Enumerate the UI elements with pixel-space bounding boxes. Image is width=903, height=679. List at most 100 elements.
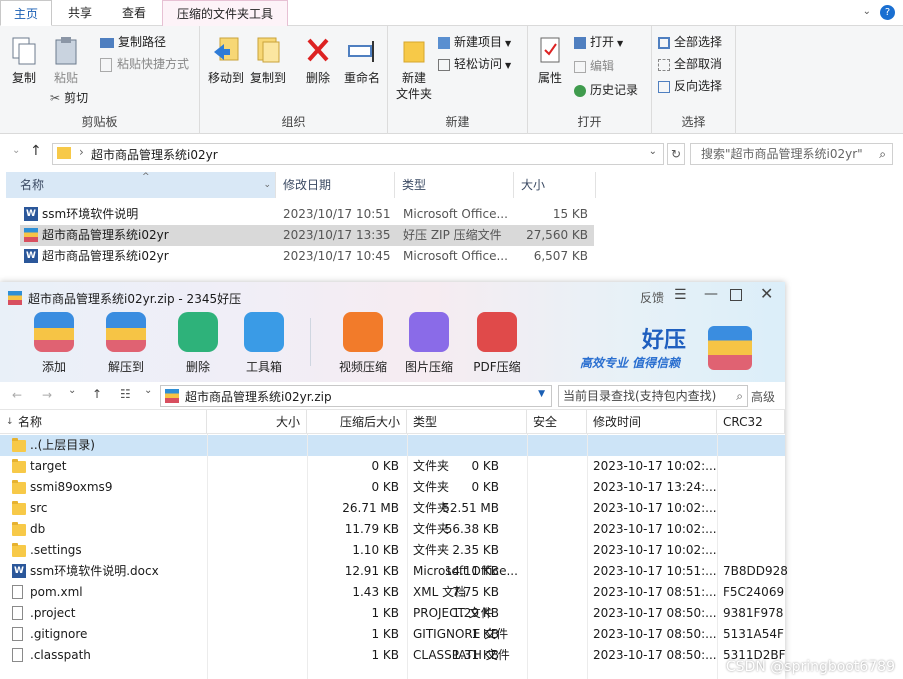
- add-button[interactable]: 添加: [24, 312, 84, 375]
- file-icon: [12, 648, 23, 662]
- column-dropdown-icon[interactable]: ⌄: [263, 172, 271, 198]
- paste-button[interactable]: 粘贴: [48, 36, 84, 86]
- zip-column-crc[interactable]: CRC32: [717, 410, 785, 434]
- recent-locations-icon[interactable]: ⌄: [12, 145, 20, 156]
- breadcrumb-current[interactable]: 超市商品管理系统i02yr: [91, 146, 218, 163]
- archive-row[interactable]: .settings 2.35 KB 1.10 KB 文件夹 2023-10-17 10:…: [8, 540, 785, 561]
- tab-home[interactable]: 主页: [0, 0, 52, 26]
- collapse-ribbon-icon[interactable]: ⌄: [863, 6, 871, 17]
- archive-row[interactable]: .classpath 1.31 KB 1 KB CLASSPATH 文件 2023-10…: [8, 645, 786, 666]
- easy-access-button[interactable]: 轻松访问 ▼: [438, 54, 511, 74]
- extract-to-button[interactable]: 解压到: [96, 312, 156, 375]
- archive-row[interactable]: .gitignore 1 KB 1 KB GITIGNORE 文件 2023-10-17…: [8, 624, 785, 645]
- video-compress-button[interactable]: 视频压缩: [332, 312, 394, 375]
- edit-button[interactable]: 编辑: [574, 56, 614, 76]
- rename-button[interactable]: 重命名: [340, 36, 384, 86]
- file-row[interactable]: W 超市商品管理系统i02yr 2023/10/17 10:45 Microso…: [20, 246, 594, 267]
- zip-column-modified[interactable]: 修改时间: [587, 410, 717, 434]
- archive-row[interactable]: pom.xml 7.75 KB 1.43 KB XML 文档 2023-10-17 08…: [8, 582, 785, 603]
- properties-button[interactable]: 属性: [532, 36, 568, 86]
- forward-icon[interactable]: →: [42, 388, 52, 402]
- ribbon: 复制 粘贴 复制路径 粘贴快捷方式 ✂ 剪切 剪贴板 移动到 复制到 删除 重命名…: [0, 26, 903, 134]
- archive-row[interactable]: ..(上层目录): [8, 435, 785, 456]
- archive-cell-size: 0 KB: [471, 480, 499, 494]
- column-header-type[interactable]: 类型: [395, 172, 514, 198]
- zip-column-name[interactable]: ↓ 名称: [0, 410, 207, 434]
- archive-cell-crc: 5131A54F: [723, 627, 784, 641]
- archive-search-input[interactable]: 当前目录查找(支持包内查找) ⌕: [558, 385, 748, 407]
- archive-row[interactable]: Wssm环境软件说明.docx 14.11 KB 12.91 KB Microsoft…: [8, 561, 788, 582]
- column-header-name[interactable]: 名称 ^ ⌄: [6, 172, 276, 198]
- column-header-date[interactable]: 修改日期: [276, 172, 395, 198]
- address-bar[interactable]: › 超市商品管理系统i02yr ⌄: [52, 143, 664, 165]
- new-folder-button[interactable]: 新建 文件夹: [392, 36, 436, 102]
- invert-selection-button[interactable]: 反向选择: [658, 76, 722, 96]
- history-dropdown-icon[interactable]: ⌄: [68, 385, 76, 396]
- copy-to-button[interactable]: 复制到: [248, 36, 288, 86]
- archive-row[interactable]: target 0 KB 0 KB 文件夹 2023-10-17 10:02:...: [8, 456, 785, 477]
- advanced-search-link[interactable]: 高级: [751, 388, 775, 405]
- history-button[interactable]: 历史记录: [574, 80, 638, 100]
- new-group: 新建 文件夹 新建项目 ▼ 轻松访问 ▼ 新建: [388, 26, 528, 134]
- archive-row[interactable]: src 52.51 MB 26.71 MB 文件夹 2023-10-17 10:02:.…: [8, 498, 785, 519]
- up-arrow-icon[interactable]: ↑: [30, 143, 42, 159]
- file-type: 好压 ZIP 压缩文件: [403, 228, 502, 242]
- copy-button[interactable]: 复制: [6, 36, 42, 86]
- column-header-size[interactable]: 大小: [514, 172, 596, 198]
- tab-compressed-folder-tools[interactable]: 压缩的文件夹工具: [162, 0, 288, 26]
- zip-column-type[interactable]: 类型: [407, 410, 527, 434]
- clipboard-group: 复制 粘贴 复制路径 粘贴快捷方式 ✂ 剪切 剪贴板: [0, 26, 200, 134]
- file-row-selected[interactable]: 超市商品管理系统i02yr 2023/10/17 13:35 好压 ZIP 压缩…: [20, 225, 594, 246]
- select-all-button[interactable]: 全部选择: [658, 32, 722, 52]
- select-group-label: 选择: [681, 115, 706, 129]
- zip-column-size[interactable]: 大小: [207, 410, 307, 434]
- feedback-link[interactable]: 反馈: [640, 289, 664, 306]
- maximize-icon[interactable]: [730, 289, 742, 301]
- copy-path-button[interactable]: 复制路径: [100, 32, 166, 52]
- word-file-icon: W: [24, 207, 38, 221]
- paste-label: 粘贴: [53, 71, 78, 85]
- delete-archive-button[interactable]: 删除: [168, 312, 228, 375]
- archive-row[interactable]: .project 1.29 KB 1 KB PROJECT 文件 2023-10-17 …: [8, 603, 785, 624]
- archive-path-box[interactable]: 超市商品管理系统i02yr.zip ▼: [160, 385, 552, 407]
- archive-cell-time: 2023-10-17 13:24:...: [593, 480, 717, 494]
- tab-view[interactable]: 查看: [108, 0, 160, 26]
- close-icon[interactable]: ✕: [760, 284, 773, 303]
- new-item-button[interactable]: 新建项目 ▼: [438, 32, 511, 52]
- view-mode-icon[interactable]: ☷: [120, 387, 131, 401]
- copy-icon: [12, 37, 36, 65]
- address-dropdown-icon[interactable]: ⌄: [649, 146, 657, 157]
- path-dropdown-icon[interactable]: ▼: [538, 389, 545, 399]
- archive-row[interactable]: ssmi89oxms9 0 KB 0 KB 文件夹 2023-10-17 13:24:.…: [8, 477, 785, 498]
- archive-cell-type: XML 文档: [413, 585, 467, 599]
- tab-share[interactable]: 共享: [54, 0, 106, 26]
- cut-button[interactable]: ✂ 剪切: [50, 88, 88, 108]
- toolbox-button[interactable]: 工具箱: [234, 312, 294, 375]
- zip-column-packed[interactable]: 压缩后大小: [307, 410, 407, 434]
- archive-cell-name: ssm环境软件说明.docx: [30, 564, 159, 578]
- back-icon[interactable]: ←: [12, 388, 22, 402]
- open-button[interactable]: 打开 ▼: [574, 32, 623, 52]
- select-none-button[interactable]: 全部取消: [658, 54, 722, 74]
- paste-shortcut-button[interactable]: 粘贴快捷方式: [100, 54, 189, 74]
- clipboard-group-label: 剪贴板: [81, 115, 118, 129]
- zip-column-security[interactable]: 安全: [527, 410, 587, 434]
- delete-button[interactable]: 删除: [300, 36, 336, 86]
- open-group: 属性 打开 ▼ 编辑 历史记录 打开: [528, 26, 652, 134]
- minimize-icon[interactable]: —: [704, 286, 718, 302]
- archive-cell-crc: 7B8DD928: [723, 564, 788, 578]
- archive-cell-crc: 9381F978: [723, 606, 784, 620]
- file-row[interactable]: W ssm环境软件说明 2023/10/17 10:51 Microsoft O…: [20, 204, 594, 225]
- image-compress-button[interactable]: 图片压缩: [398, 312, 460, 375]
- pdf-compress-label: PDF压缩: [473, 360, 521, 374]
- move-to-button[interactable]: 移动到: [206, 36, 246, 86]
- up-icon[interactable]: ↑: [92, 387, 102, 401]
- pdf-compress-button[interactable]: PDF压缩: [466, 312, 528, 375]
- menu-icon[interactable]: ☰: [674, 287, 687, 303]
- archive-cell-time: 2023-10-17 10:02:...: [593, 459, 717, 473]
- view-dropdown-icon[interactable]: ⌄: [144, 385, 152, 396]
- refresh-icon[interactable]: ↻: [667, 143, 685, 165]
- help-icon[interactable]: ?: [880, 5, 895, 20]
- archive-row[interactable]: db 56.38 KB 11.79 KB 文件夹 2023-10-17 10:02:..…: [8, 519, 785, 540]
- search-input[interactable]: 搜索"超市商品管理系统i02yr" ⌕: [690, 143, 893, 165]
